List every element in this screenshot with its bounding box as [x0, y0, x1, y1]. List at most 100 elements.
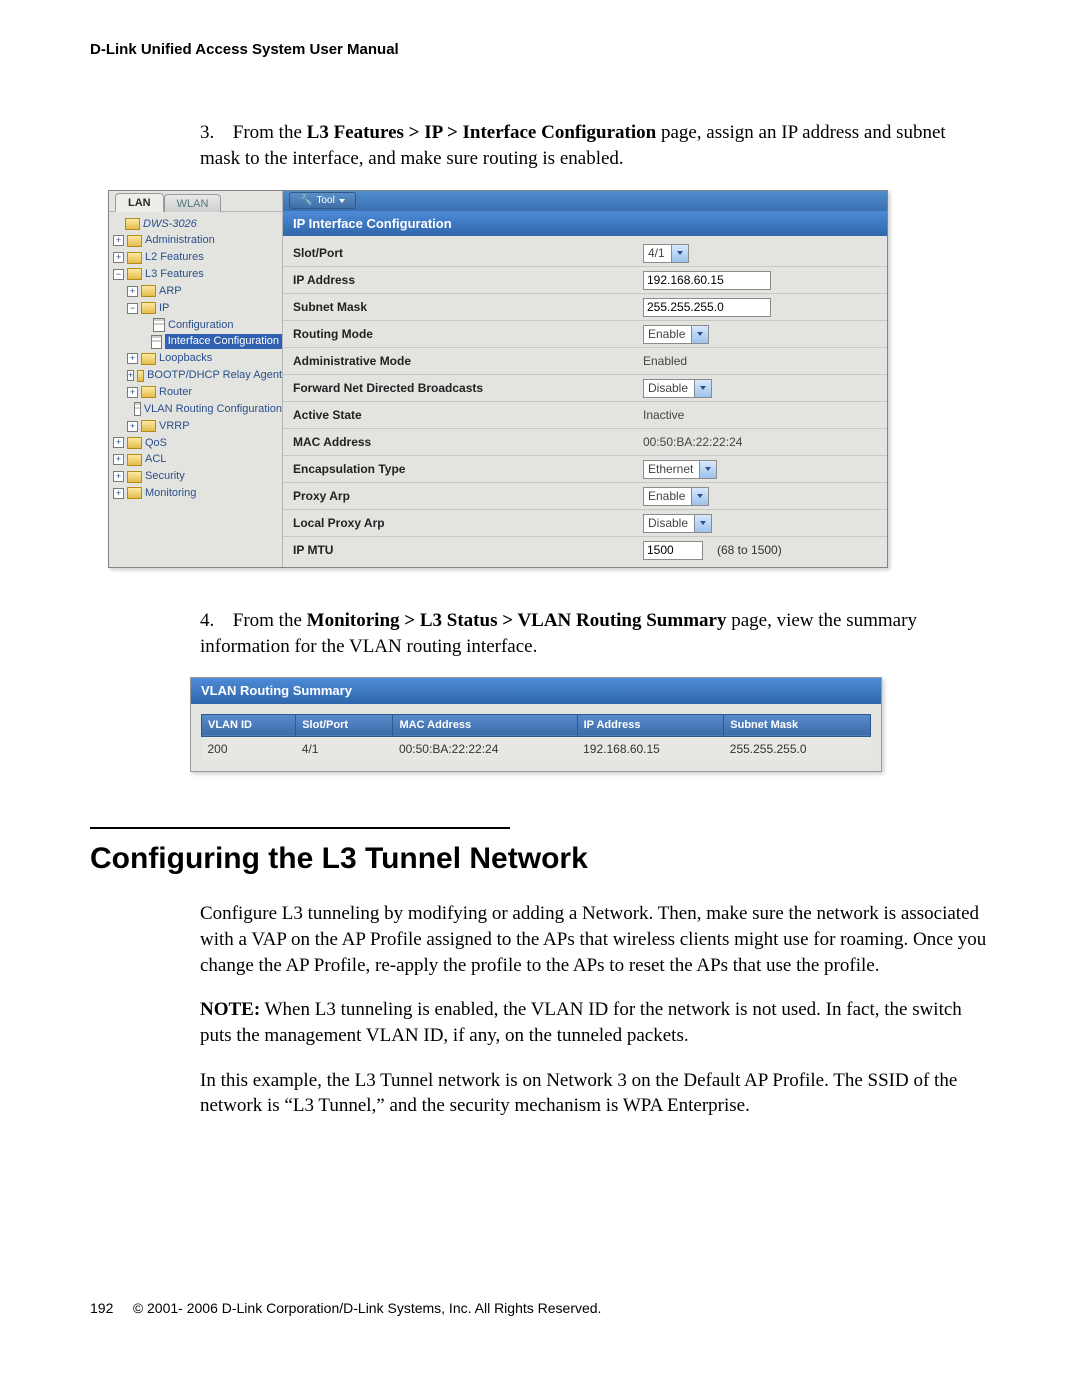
tree-qos[interactable]: +QoS	[113, 435, 282, 452]
select-routing-mode[interactable]: Enable	[643, 325, 709, 344]
folder-icon	[127, 252, 142, 264]
note-text: When L3 tunneling is enabled, the VLAN I…	[200, 999, 962, 1046]
expand-icon[interactable]: +	[113, 252, 124, 263]
expand-icon[interactable]: +	[113, 488, 124, 499]
label-local-proxy-arp: Local Proxy Arp	[293, 515, 643, 531]
step-4-before: From the	[233, 610, 307, 631]
select-fwd-ndb[interactable]: Disable	[643, 379, 712, 398]
expand-icon[interactable]: +	[113, 471, 124, 482]
nav-tabs: LAN WLAN	[109, 191, 282, 211]
wrench-icon: 🔧	[300, 194, 312, 208]
input-ip-mtu[interactable]	[643, 541, 703, 560]
doc-icon	[153, 318, 165, 332]
col-ip-address: IP Address	[577, 714, 724, 736]
select-proxy-arp[interactable]: Enable	[643, 487, 709, 506]
label-active-state: Active State	[293, 407, 643, 423]
tree-administration[interactable]: +Administration	[113, 232, 282, 249]
input-ip-address[interactable]	[643, 271, 771, 290]
expand-icon[interactable]: +	[127, 387, 138, 398]
cell-ip-address: 192.168.60.15	[577, 736, 724, 761]
tree-acl[interactable]: +ACL	[113, 451, 282, 468]
input-subnet-mask[interactable]	[643, 298, 771, 317]
tab-wlan[interactable]: WLAN	[164, 194, 222, 212]
vlan-routing-table: VLAN ID Slot/Port MAC Address IP Address…	[201, 714, 871, 761]
cell-slot-port: 4/1	[296, 736, 393, 761]
label-ip-mtu: IP MTU	[293, 542, 643, 558]
chevron-down-icon	[694, 515, 711, 532]
expand-icon[interactable]: +	[113, 454, 124, 465]
hint-ip-mtu: (68 to 1500)	[717, 542, 782, 558]
folder-icon	[141, 285, 156, 297]
chevron-down-icon	[694, 380, 711, 397]
expand-icon[interactable]: +	[113, 235, 124, 246]
chevron-down-icon	[691, 326, 708, 343]
tree-bootp-dhcp-relay[interactable]: +BOOTP/DHCP Relay Agent	[113, 367, 282, 384]
expand-icon[interactable]: +	[127, 421, 138, 432]
value-active-state: Inactive	[643, 407, 684, 423]
folder-icon	[137, 370, 144, 382]
step-3-before: From the	[233, 122, 307, 143]
section-para-2: In this example, the L3 Tunnel network i…	[200, 1068, 990, 1119]
device-name: DWS-3026	[143, 217, 197, 232]
chevron-down-icon	[691, 488, 708, 505]
expand-icon[interactable]: +	[127, 286, 138, 297]
folder-icon	[127, 235, 142, 247]
label-mac-address: MAC Address	[293, 434, 643, 450]
tree-ip[interactable]: −IP	[113, 300, 282, 317]
step-3-path: L3 Features > IP > Interface Configurati…	[307, 122, 657, 143]
folder-icon	[127, 454, 142, 466]
tool-label: Tool	[316, 194, 334, 208]
section-title: Configuring the L3 Tunnel Network	[90, 839, 990, 880]
step-3-num: 3.	[200, 120, 228, 146]
tree-vlan-routing-config[interactable]: VLAN Routing Configuration	[113, 401, 282, 418]
folder-icon	[127, 268, 142, 280]
tree-monitoring[interactable]: +Monitoring	[113, 485, 282, 502]
section-para-1: Configure L3 tunneling by modifying or a…	[200, 901, 990, 978]
tree-l3-features[interactable]: −L3 Features	[113, 266, 282, 283]
collapse-icon[interactable]: −	[127, 303, 138, 314]
tool-menu-button[interactable]: 🔧 Tool	[289, 192, 356, 210]
label-admin-mode: Administrative Mode	[293, 353, 643, 369]
col-mac-address: MAC Address	[393, 714, 577, 736]
folder-icon	[127, 437, 142, 449]
select-slot-port[interactable]: 4/1	[643, 244, 689, 263]
expand-icon[interactable]: +	[127, 353, 138, 364]
label-ip-address: IP Address	[293, 272, 643, 288]
col-slot-port: Slot/Port	[296, 714, 393, 736]
label-slot-port: Slot/Port	[293, 245, 643, 261]
tree-arp[interactable]: +ARP	[113, 283, 282, 300]
table-row: 200 4/1 00:50:BA:22:22:24 192.168.60.15 …	[202, 736, 871, 761]
tree-l2-features[interactable]: +L2 Features	[113, 249, 282, 266]
tree-security[interactable]: +Security	[113, 468, 282, 485]
note-label: NOTE:	[200, 999, 260, 1020]
screenshot-vlan-routing-summary: VLAN Routing Summary VLAN ID Slot/Port M…	[190, 677, 882, 772]
tree-vrrp[interactable]: +VRRP	[113, 418, 282, 435]
label-encap-type: Encapsulation Type	[293, 461, 643, 477]
label-fwd-ndb: Forward Net Directed Broadcasts	[293, 380, 643, 396]
page-number: 192	[90, 1300, 113, 1316]
folder-icon	[141, 353, 156, 365]
chevron-down-icon	[339, 199, 345, 203]
tree-ip-interface-configuration[interactable]: Interface Configuration	[113, 333, 282, 350]
folder-icon	[127, 487, 142, 499]
step-4-num: 4.	[200, 608, 228, 634]
cell-subnet-mask: 255.255.255.0	[724, 736, 871, 761]
expand-icon[interactable]: +	[113, 437, 124, 448]
col-vlan-id: VLAN ID	[202, 714, 296, 736]
note-paragraph: NOTE: When L3 tunneling is enabled, the …	[200, 997, 990, 1048]
screenshot-ip-interface-configuration: LAN WLAN DWS-3026 +Administration +L2 Fe…	[108, 190, 888, 569]
tree-device[interactable]: DWS-3026	[113, 216, 282, 233]
expand-icon[interactable]: +	[127, 370, 134, 381]
value-admin-mode: Enabled	[643, 353, 687, 369]
select-local-proxy-arp[interactable]: Disable	[643, 514, 712, 533]
doc-icon	[134, 402, 141, 416]
select-encap-type[interactable]: Ethernet	[643, 460, 717, 479]
nav-tree: DWS-3026 +Administration +L2 Features −L…	[109, 211, 282, 510]
label-routing-mode: Routing Mode	[293, 326, 643, 342]
collapse-icon[interactable]: −	[113, 269, 124, 280]
tree-ip-configuration[interactable]: Configuration	[113, 317, 282, 334]
tree-loopbacks[interactable]: +Loopbacks	[113, 350, 282, 367]
step-4: 4. From the Monitoring > L3 Status > VLA…	[200, 608, 990, 659]
tree-router[interactable]: +Router	[113, 384, 282, 401]
tab-lan[interactable]: LAN	[115, 193, 164, 212]
